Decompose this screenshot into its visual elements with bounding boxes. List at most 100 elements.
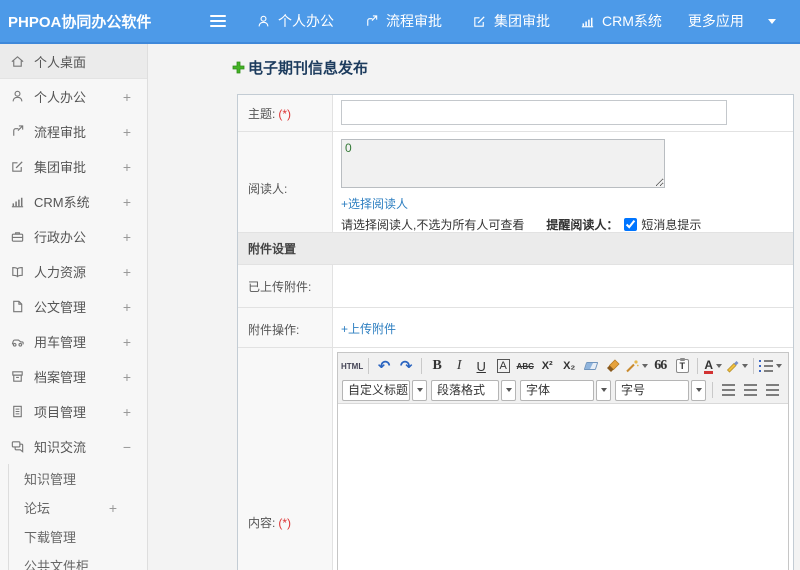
upload-attachment-link[interactable]: +上传附件: [341, 320, 396, 337]
redo-button[interactable]: ↷: [396, 356, 416, 376]
topnav-workflow-approval[interactable]: 流程审批: [364, 11, 442, 31]
subscript-button[interactable]: X₂: [559, 356, 579, 376]
toolbar-separator: [421, 358, 423, 374]
sidebar-item-group-approval[interactable]: 集团审批 +: [0, 149, 147, 184]
sidebar-item-archive-mgmt[interactable]: 档案管理 +: [0, 359, 147, 394]
expand-toggle[interactable]: +: [123, 229, 147, 245]
form-row-attachment-action: 附件操作: +上传附件: [238, 307, 793, 347]
align-center-icon: [743, 384, 757, 396]
expand-toggle[interactable]: +: [123, 264, 147, 280]
font-color-button[interactable]: A: [703, 356, 723, 376]
publish-form: 主题: (*) 阅读人: 0 +选择阅读人 请选择阅读人,不选为所有人可查看 提醒…: [237, 94, 794, 570]
toolbar-row-1: HTML ↶ ↷ B I U A ABC X² X₂ 66 T A: [340, 354, 786, 378]
sidebar-subitem-forum[interactable]: 论坛 +: [9, 493, 147, 522]
font-size-dropdown[interactable]: 字号: [615, 379, 706, 401]
undo-button[interactable]: ↶: [374, 356, 394, 376]
italic-button[interactable]: I: [449, 356, 469, 376]
sidebar-item-project-mgmt[interactable]: 项目管理 +: [0, 394, 147, 429]
paragraph-format-dropdown[interactable]: 段落格式: [431, 379, 516, 401]
home-icon: [10, 54, 25, 69]
document-icon: [10, 299, 25, 314]
paste-plain-button[interactable]: T: [672, 356, 692, 376]
topnav-group-approval[interactable]: 集团审批: [472, 11, 550, 31]
chat-bubbles-icon: [10, 439, 25, 454]
char-border-button[interactable]: A: [493, 356, 513, 376]
ordered-list-button[interactable]: [759, 356, 783, 376]
dropdown-value: 自定义标题: [342, 379, 410, 401]
caret-down-icon[interactable]: [767, 18, 776, 28]
attachment-section-header: 附件设置: [238, 232, 793, 264]
justify-button[interactable]: [784, 380, 786, 400]
rich-text-editor: HTML ↶ ↷ B I U A ABC X² X₂ 66 T A 自定义标题 …: [337, 352, 789, 570]
align-left-button[interactable]: [718, 380, 738, 400]
custom-heading-dropdown[interactable]: 自定义标题: [342, 379, 427, 401]
topnav-personal-office[interactable]: 个人办公: [256, 11, 334, 31]
strikethrough-button[interactable]: ABC: [515, 356, 535, 376]
expand-toggle[interactable]: +: [123, 404, 147, 420]
expand-toggle[interactable]: +: [123, 369, 147, 385]
expand-toggle[interactable]: +: [109, 500, 147, 516]
expand-toggle[interactable]: +: [123, 194, 147, 210]
topnav-crm-system[interactable]: CRM系统: [580, 11, 662, 31]
sidebar-item-workflow-approval[interactable]: 流程审批 +: [0, 114, 147, 149]
caret-down-icon: [776, 364, 783, 371]
collapse-toggle[interactable]: −: [123, 439, 147, 455]
expand-toggle[interactable]: +: [123, 89, 147, 105]
caret-down-icon[interactable]: [501, 379, 516, 401]
label-text: 附件操作:: [248, 323, 300, 337]
page-title-text: 电子期刊信息发布: [248, 60, 369, 77]
sidebar-item-human-resources[interactable]: 人力资源 +: [0, 254, 147, 289]
top-navbar: PHPOA协同办公软件 个人办公 流程审批 集团审批 CRM系统 更多应用: [0, 0, 800, 44]
format-painter-button[interactable]: [603, 356, 623, 376]
align-right-button[interactable]: [762, 380, 782, 400]
sidebar-item-admin-office[interactable]: 行政办公 +: [0, 219, 147, 254]
superscript-button[interactable]: X²: [537, 356, 557, 376]
expand-toggle[interactable]: +: [123, 124, 147, 140]
caret-down-icon[interactable]: [691, 379, 706, 401]
dropdown-value: 字号: [615, 379, 689, 401]
sidebar-subitem-knowledge-mgmt[interactable]: 知识管理: [9, 464, 147, 493]
section-title: 附件设置: [248, 242, 297, 256]
source-code-button[interactable]: HTML: [341, 356, 363, 376]
expand-toggle[interactable]: +: [123, 334, 147, 350]
menu-toggle-icon[interactable]: [210, 15, 226, 27]
dropdown-value: 段落格式: [431, 379, 499, 401]
attachment-action-cell: +上传附件: [333, 308, 793, 347]
form-row-subject: 主题: (*): [238, 95, 793, 131]
app-logo[interactable]: PHPOA协同办公软件: [0, 11, 196, 32]
remove-format-button[interactable]: [581, 356, 601, 376]
archive-box-icon: [10, 369, 25, 384]
editor-content-area[interactable]: [338, 404, 788, 570]
readers-field-cell: 0 +选择阅读人 请选择阅读人,不选为所有人可查看 提醒阅读人： 短消息提示: [333, 132, 793, 232]
auto-typeset-button[interactable]: [625, 356, 649, 376]
font-family-dropdown[interactable]: 字体: [520, 379, 611, 401]
blockquote-button[interactable]: 66: [650, 356, 670, 376]
sidebar-subitem-download-mgmt[interactable]: 下载管理: [9, 522, 147, 551]
subject-input[interactable]: [341, 100, 727, 125]
sidebar-subitem-public-cabinet[interactable]: 公共文件柜: [9, 551, 147, 570]
expand-toggle[interactable]: +: [123, 159, 147, 175]
sidebar-item-crm-system[interactable]: CRM系统 +: [0, 184, 147, 219]
highlight-color-button[interactable]: [725, 356, 749, 376]
sidebar-item-personal-desktop[interactable]: 个人桌面: [0, 44, 147, 79]
underline-button[interactable]: U: [471, 356, 491, 376]
sidebar-item-vehicle-mgmt[interactable]: 用车管理 +: [0, 324, 147, 359]
bold-button[interactable]: B: [427, 356, 447, 376]
expand-toggle[interactable]: +: [123, 299, 147, 315]
select-readers-link[interactable]: +选择阅读人: [341, 195, 408, 212]
caret-down-icon[interactable]: [412, 379, 427, 401]
sidebar-item-knowledge-exchange[interactable]: 知识交流 −: [0, 429, 147, 464]
uploaded-label: 已上传附件:: [238, 265, 333, 307]
ordered-list-icon: [759, 360, 774, 372]
sidebar-item-personal-office[interactable]: 个人办公 +: [0, 79, 147, 114]
sidebar-item-document-mgmt[interactable]: 公文管理 +: [0, 289, 147, 324]
readers-textarea[interactable]: 0: [341, 139, 665, 188]
unordered-list-button[interactable]: [784, 356, 786, 376]
sidebar-item-label: 个人办公: [34, 90, 87, 105]
topnav-more-apps[interactable]: 更多应用: [688, 11, 744, 31]
sms-notify-checkbox[interactable]: [624, 218, 638, 231]
form-row-uploaded-attachments: 已上传附件:: [238, 264, 793, 307]
caret-down-icon[interactable]: [596, 379, 611, 401]
sidebar-subitem-label: 知识管理: [24, 472, 77, 487]
align-center-button[interactable]: [740, 380, 760, 400]
